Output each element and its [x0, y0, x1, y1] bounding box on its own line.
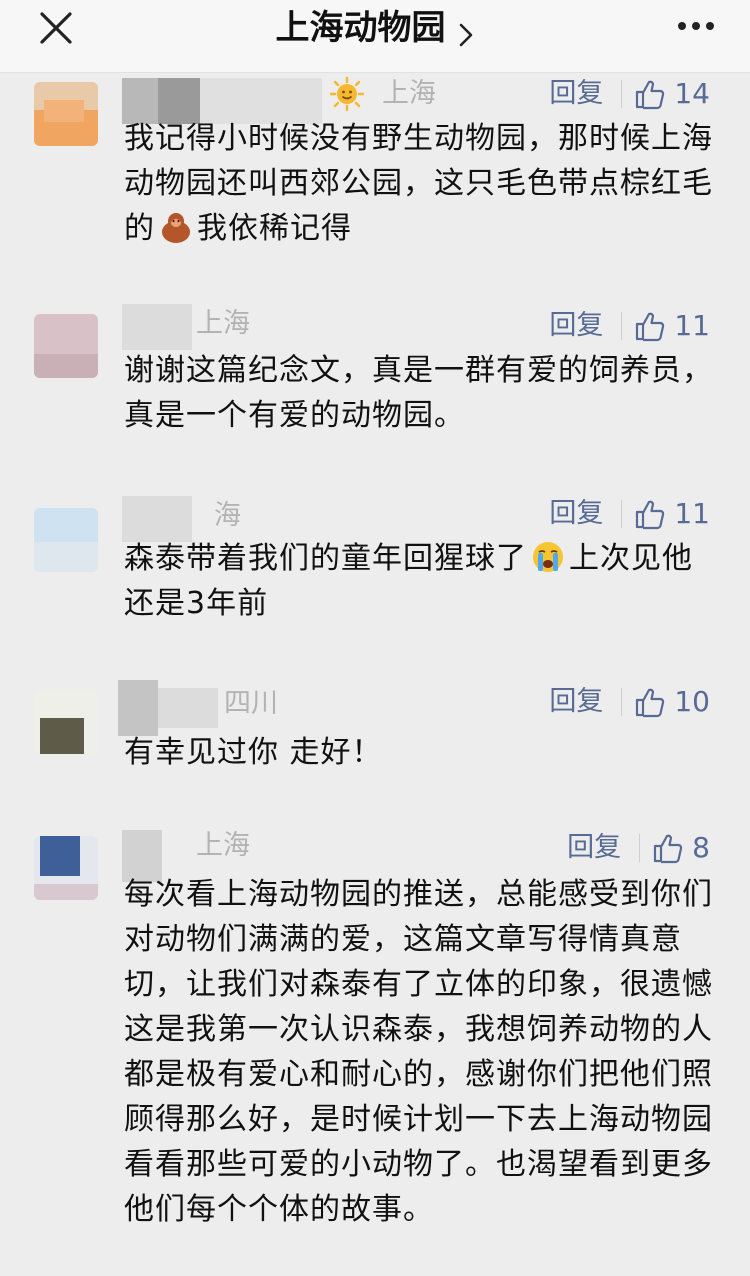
like-button[interactable]: 11 [634, 494, 710, 534]
thumbs-up-icon [636, 500, 665, 530]
like-count: 11 [674, 497, 710, 530]
more-icon[interactable] [676, 16, 716, 36]
comment-text-part: 森泰带着我们的童年回猩球了 [124, 541, 527, 576]
reply-button[interactable]: 回复 [549, 306, 603, 346]
reply-button[interactable]: 回复 [549, 494, 603, 534]
like-count: 14 [674, 77, 710, 110]
like-button[interactable]: 11 [634, 306, 710, 346]
reply-button[interactable]: 回复 [549, 74, 603, 114]
divider [621, 80, 623, 108]
like-button[interactable]: 10 [634, 682, 710, 722]
comment-text: 我记得小时候没有野生动物园，那时候上海动物园还叫西郊公园，这只毛色带点棕红毛的 … [124, 116, 714, 251]
comment-actions: 回复 11 [549, 494, 710, 534]
divider [621, 500, 623, 528]
divider [621, 312, 623, 340]
top-bar: 上海动物园 [0, 0, 750, 73]
like-count: 10 [674, 685, 710, 718]
comment-location: 上海 [196, 830, 250, 861]
comment-actions: 回复 14 [549, 74, 710, 114]
chevron-right-icon [459, 23, 472, 46]
thumbs-up-icon [636, 80, 665, 110]
comment-actions: 回复 8 [567, 828, 710, 868]
username-redacted[interactable] [118, 680, 158, 736]
page-title-link[interactable]: 上海动物园 [0, 6, 750, 50]
divider [639, 834, 641, 862]
thumbs-up-icon [636, 688, 665, 718]
sun-emoji-icon [330, 77, 364, 111]
like-button[interactable]: 14 [634, 74, 710, 114]
comment-text-part: 我依稀记得 [197, 211, 352, 246]
comment-text: 有幸见过你 走好！ [124, 735, 383, 770]
avatar[interactable] [34, 82, 98, 146]
comment-actions: 回复 11 [549, 306, 710, 346]
comment-actions: 回复 10 [549, 682, 710, 722]
like-button[interactable]: 8 [652, 828, 710, 868]
comment-location: 上海 [196, 308, 250, 339]
avatar[interactable] [34, 508, 98, 572]
avatar[interactable] [34, 690, 98, 754]
orangutan-emoji-icon [162, 213, 190, 243]
username-redacted [158, 688, 218, 728]
comment-location: 海 [214, 500, 241, 531]
comment-text: 每次看上海动物园的推送，总能感受到你们对动物们满满的爱，这篇文章写得情真意切，让… [124, 877, 713, 1227]
avatar[interactable] [34, 314, 98, 378]
reply-button[interactable]: 回复 [567, 828, 621, 868]
comment-text: 森泰带着我们的童年回猩球了 上次见他还是3年前 [124, 536, 714, 626]
divider [621, 688, 623, 716]
comment-location: 四川 [224, 688, 278, 719]
username-redacted[interactable] [122, 304, 192, 350]
like-count: 8 [692, 831, 710, 864]
thumbs-up-icon [654, 834, 683, 864]
thumbs-up-icon [636, 312, 665, 342]
comment-location: 上海 [382, 78, 436, 109]
like-count: 11 [674, 309, 710, 342]
avatar[interactable] [34, 836, 98, 900]
crying-face-emoji-icon [533, 542, 563, 572]
reply-button[interactable]: 回复 [549, 682, 603, 722]
comment-text: 谢谢这篇纪念文，真是一群有爱的饲养员，真是一个有爱的动物园。 [124, 353, 713, 433]
page-title: 上海动物园 [275, 8, 446, 48]
